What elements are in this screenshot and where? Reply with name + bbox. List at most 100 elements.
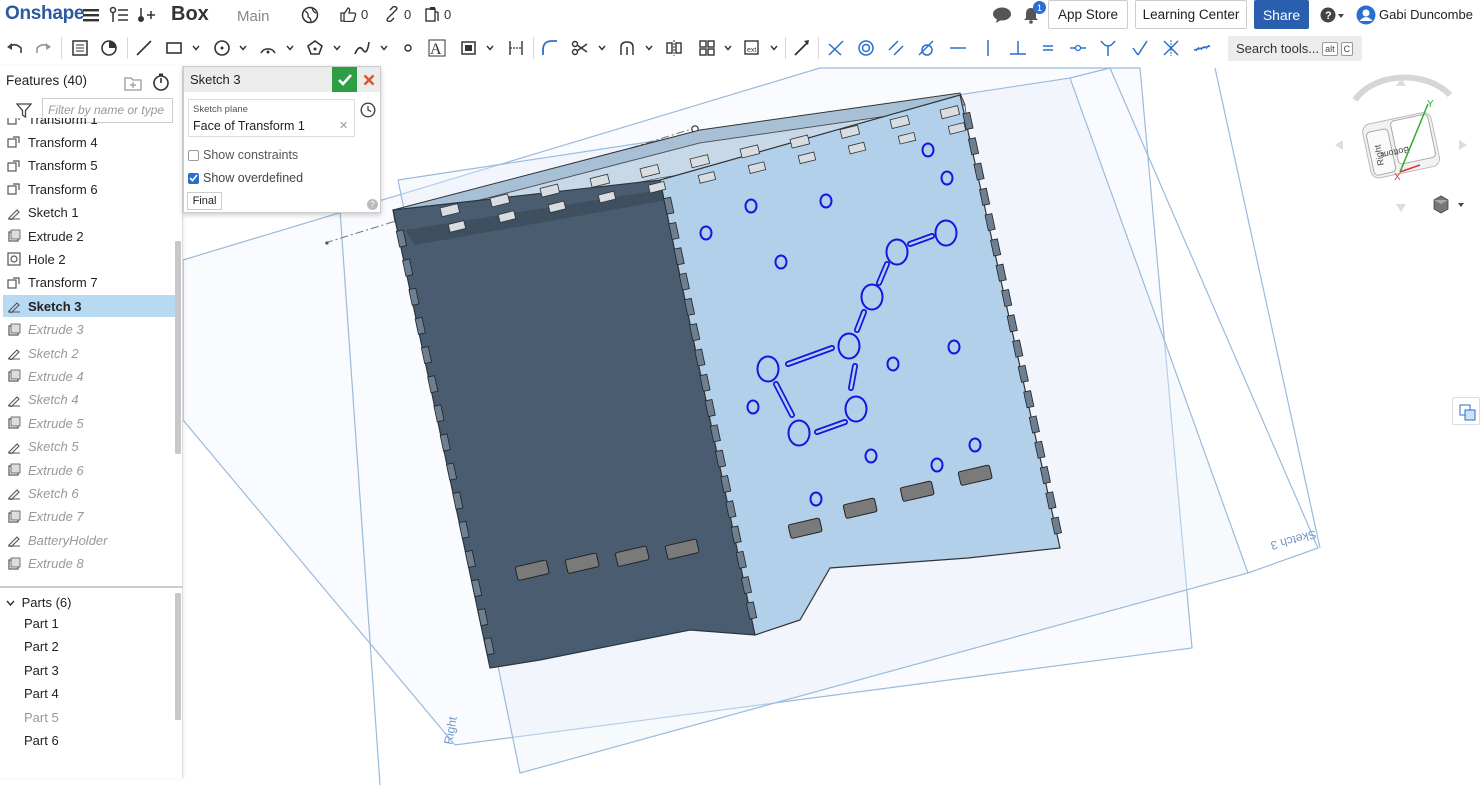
learning-center-button[interactable]: Learning Center	[1135, 0, 1247, 29]
feature-item[interactable]: Sketch 4	[3, 389, 175, 411]
chevron-down-icon[interactable]	[724, 44, 732, 52]
feature-item[interactable]: Sketch 1	[3, 202, 175, 224]
vertical-constraint-icon[interactable]	[978, 38, 998, 58]
likes-stat[interactable]: 0	[339, 6, 368, 22]
feature-item[interactable]: Sketch 2	[3, 342, 175, 364]
chevron-down-icon[interactable]	[333, 44, 341, 52]
show-constraints-checkbox[interactable]	[188, 149, 199, 161]
comments-icon[interactable]	[991, 4, 1013, 26]
versions-history-icon[interactable]	[108, 4, 130, 26]
links-stat[interactable]: 0	[384, 6, 411, 22]
chevron-down-icon[interactable]	[239, 44, 247, 52]
clear-plane-icon[interactable]: ✕	[339, 119, 348, 132]
variable-studio-icon[interactable]	[99, 38, 119, 58]
rollback-timer-icon[interactable]	[152, 73, 170, 91]
part-item[interactable]: Part 4	[24, 686, 59, 701]
concentric-constraint-icon[interactable]	[856, 38, 876, 58]
user-name[interactable]: Gabi Duncombe	[1379, 7, 1473, 22]
insert-image-icon[interactable]	[459, 38, 479, 58]
chevron-down-icon[interactable]	[770, 44, 778, 52]
point-tool-icon[interactable]	[398, 38, 418, 58]
feature-item[interactable]: Transform 1	[3, 118, 175, 130]
feature-item[interactable]: Transform 4	[3, 131, 175, 153]
add-folder-icon[interactable]	[124, 75, 142, 91]
appearance-panel-icon[interactable]	[1452, 397, 1480, 425]
parts-section[interactable]: Parts (6)	[6, 595, 71, 610]
fix-constraint-icon[interactable]	[1192, 38, 1212, 58]
feature-item[interactable]: Transform 5	[3, 155, 175, 177]
feature-item[interactable]: Transform 7	[3, 272, 175, 294]
accept-button[interactable]	[332, 67, 357, 92]
spline-tool-icon[interactable]	[352, 38, 372, 58]
view-cube-right-arrow[interactable]	[1459, 140, 1467, 150]
part-item[interactable]: Part 6	[24, 733, 59, 748]
perpendicular-constraint-icon[interactable]	[1008, 38, 1028, 58]
pierce-constraint-icon[interactable]	[1130, 38, 1150, 58]
share-button[interactable]: Share	[1254, 0, 1309, 29]
part-item[interactable]: Part 2	[24, 639, 59, 654]
insert-icon[interactable]	[135, 4, 157, 26]
feature-list-icon[interactable]	[70, 38, 90, 58]
feature-item[interactable]: BatteryHolder	[3, 529, 175, 551]
horizontal-constraint-icon[interactable]	[948, 38, 968, 58]
pattern-tool-icon[interactable]	[697, 38, 717, 58]
rectangle-tool-icon[interactable]	[164, 38, 184, 58]
final-button[interactable]: Final	[187, 192, 222, 210]
show-overdefined-checkbox[interactable]	[188, 172, 199, 184]
feature-item[interactable]: Extrude 5	[3, 412, 175, 434]
dimension-tool-icon[interactable]	[506, 38, 526, 58]
workspace-name[interactable]: Main	[237, 8, 270, 25]
symmetric-constraint-icon[interactable]	[1161, 38, 1181, 58]
chevron-down-icon[interactable]	[486, 44, 494, 52]
filter-icon[interactable]	[15, 103, 33, 119]
cancel-button[interactable]	[357, 67, 380, 92]
trim-tool-icon[interactable]	[570, 38, 590, 58]
parts-list-scrollbar[interactable]	[175, 593, 181, 720]
chevron-down-icon[interactable]	[380, 44, 388, 52]
midpoint-constraint-icon[interactable]	[1068, 38, 1088, 58]
help-icon[interactable]: ?	[1319, 4, 1347, 26]
line-tool-icon[interactable]	[134, 38, 154, 58]
onshape-logo[interactable]: Onshape	[5, 3, 85, 25]
app-store-button[interactable]: App Store	[1048, 0, 1128, 29]
dialog-title[interactable]: Sketch 3	[190, 72, 241, 87]
part-item[interactable]: Part 3	[24, 663, 59, 678]
copies-stat[interactable]: 0	[424, 6, 451, 22]
chevron-down-icon[interactable]	[598, 44, 606, 52]
polygon-tool-icon[interactable]	[305, 38, 325, 58]
circle-tool-icon[interactable]	[212, 38, 232, 58]
view-cube-down-arrow[interactable]	[1396, 204, 1406, 212]
tangent-constraint-icon[interactable]	[916, 38, 936, 58]
use-tool-icon[interactable]	[617, 38, 637, 58]
feature-item[interactable]: Transform 6	[3, 178, 175, 200]
feature-item[interactable]: Extrude 3	[3, 319, 175, 341]
fillet-tool-icon[interactable]	[540, 38, 560, 58]
text-tool-icon[interactable]: A	[427, 38, 447, 58]
part-item[interactable]: Part 1	[24, 616, 59, 631]
feature-item[interactable]: Extrude 8	[3, 553, 175, 575]
user-avatar-icon[interactable]	[1355, 4, 1377, 26]
parallel-constraint-icon[interactable]	[886, 38, 906, 58]
feature-item[interactable]: Sketch 5	[3, 436, 175, 458]
mirror-tool-icon[interactable]	[664, 38, 684, 58]
document-menu-icon[interactable]	[80, 4, 102, 26]
equal-constraint-icon[interactable]	[1038, 38, 1058, 58]
feature-item[interactable]: Extrude 2	[3, 225, 175, 247]
view-options-icon[interactable]	[1433, 195, 1464, 214]
feature-item[interactable]: Extrude 6	[3, 459, 175, 481]
show-constraints-option[interactable]: Show constraints	[188, 148, 298, 162]
chevron-down-icon[interactable]	[645, 44, 653, 52]
sketch-plane-field[interactable]: Sketch plane Face of Transform 1 ✕	[188, 99, 355, 137]
help-icon[interactable]: ?	[367, 199, 378, 210]
redo-icon[interactable]	[33, 38, 53, 58]
arc-tool-icon[interactable]	[258, 38, 278, 58]
chevron-down-icon[interactable]	[286, 44, 294, 52]
feature-item[interactable]: Extrude 7	[3, 506, 175, 528]
construction-tool-icon[interactable]	[792, 38, 812, 58]
globe-icon[interactable]	[299, 4, 321, 26]
coincident-constraint-icon[interactable]	[826, 38, 846, 58]
view-cube-left-arrow[interactable]	[1335, 140, 1343, 150]
history-clock-icon[interactable]	[360, 102, 376, 118]
transform-sketch-icon[interactable]: ext	[742, 38, 762, 58]
show-overdefined-option[interactable]: Show overdefined	[188, 171, 303, 185]
